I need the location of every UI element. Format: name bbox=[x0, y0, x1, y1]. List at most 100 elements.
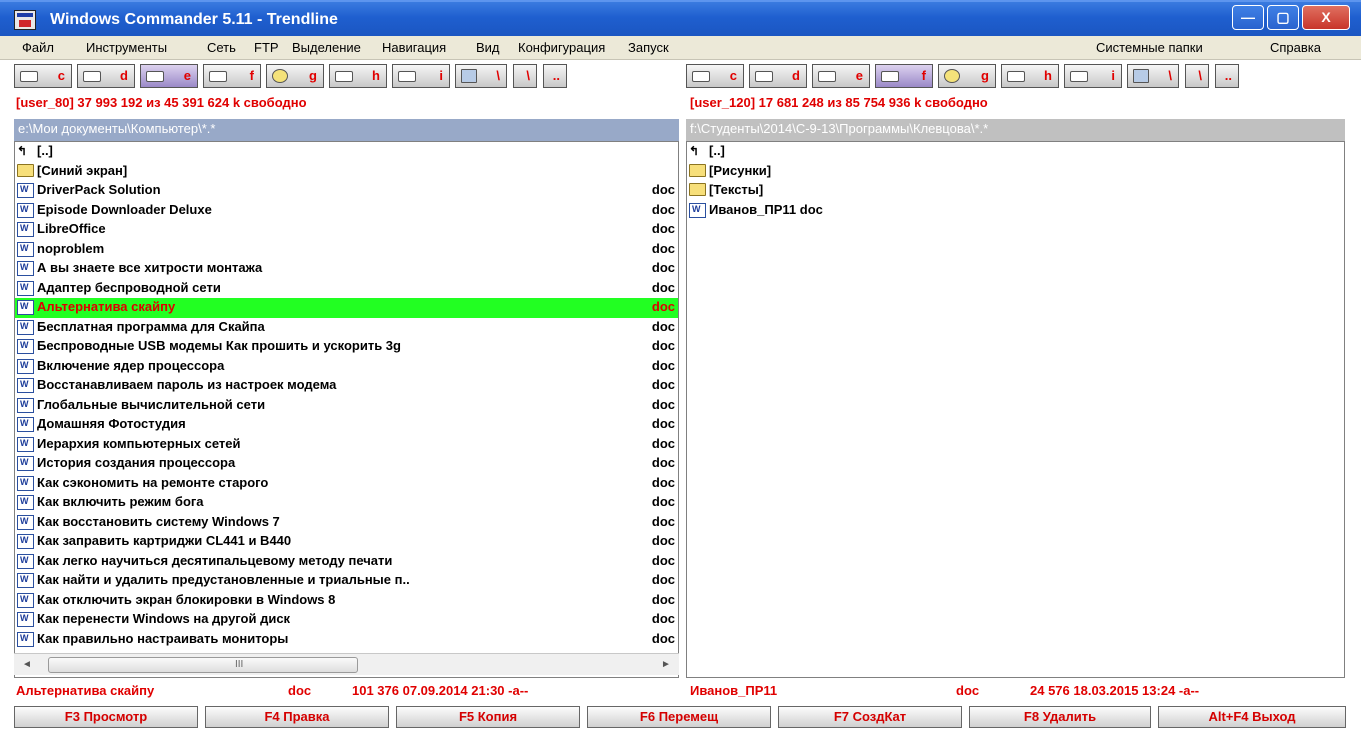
file-extension: doc bbox=[651, 318, 675, 334]
menu-selection[interactable]: Выделение bbox=[292, 40, 361, 55]
word-document-icon bbox=[17, 300, 34, 315]
file-item[interactable]: DriverPack Solution doc bbox=[15, 181, 678, 201]
folder-item[interactable]: [Синий экран] bbox=[15, 162, 678, 182]
file-item[interactable]: Как восстановить систему Windows 7 doc bbox=[15, 513, 678, 533]
file-item[interactable]: Как правильно настраивать мониторы doc bbox=[15, 630, 678, 650]
file-item[interactable]: LibreOffice doc bbox=[15, 220, 678, 240]
left-network-drive-button[interactable]: \ bbox=[455, 64, 507, 88]
left-drive-d-button[interactable]: d bbox=[77, 64, 135, 88]
app-icon[interactable] bbox=[14, 10, 36, 30]
right-network-drive-button[interactable]: \ bbox=[1127, 64, 1179, 88]
f4-edit-button[interactable]: F4 Правка bbox=[205, 706, 389, 728]
left-drive-i-button[interactable]: i bbox=[392, 64, 450, 88]
file-extension: doc bbox=[651, 474, 675, 490]
left-root-button[interactable]: \ bbox=[513, 64, 537, 88]
file-item[interactable]: А вы знаете все хитрости монтажа doc bbox=[15, 259, 678, 279]
file-extension: doc bbox=[651, 357, 675, 373]
file-extension: doc bbox=[651, 572, 675, 587]
right-parent-dir-button[interactable]: .. bbox=[1215, 64, 1239, 88]
file-item[interactable]: Адаптер беспроводной сети doc bbox=[15, 279, 678, 299]
right-file-list[interactable]: ↰ [..] [Рисунки] [Тексты] Иванов_ПР11 doc bbox=[686, 141, 1345, 678]
file-item[interactable]: Как сэкономить на ремонте старого doc bbox=[15, 474, 678, 494]
file-item[interactable]: История создания процессора doc bbox=[15, 454, 678, 474]
folder-item[interactable]: [Рисунки] bbox=[687, 162, 1344, 182]
scroll-left-arrow-icon[interactable]: ◄ bbox=[20, 658, 34, 672]
right-drive-e-button[interactable]: e bbox=[812, 64, 870, 88]
right-drive-d-button[interactable]: d bbox=[749, 64, 807, 88]
scroll-right-arrow-icon[interactable]: ► bbox=[659, 658, 673, 672]
left-drive-h-button[interactable]: h bbox=[329, 64, 387, 88]
file-item[interactable]: noproblem doc bbox=[15, 240, 678, 260]
hard-disk-icon bbox=[20, 71, 38, 82]
folder-item[interactable]: [Тексты] bbox=[687, 181, 1344, 201]
word-document-icon bbox=[17, 456, 34, 471]
menu-ftp[interactable]: FTP bbox=[254, 40, 279, 55]
menu-tools[interactable]: Инструменты bbox=[86, 40, 167, 55]
file-extension: doc bbox=[651, 221, 675, 236]
file-item[interactable]: Иванов_ПР11 doc bbox=[687, 201, 1344, 221]
left-horizontal-scrollbar[interactable]: ◄ III ► bbox=[14, 653, 679, 675]
file-name: Как отключить экран блокировки в Windows… bbox=[37, 591, 336, 607]
scrollbar-thumb[interactable]: III bbox=[48, 657, 358, 673]
file-item[interactable]: Восстанавливаем пароль из настроек модем… bbox=[15, 376, 678, 396]
left-file-list[interactable]: ↰ [..] [Синий экран] DriverPack Solution doc… bbox=[14, 141, 679, 678]
right-path-bar[interactable]: f:\Студенты\2014\С-9-13\Программы\Клевцо… bbox=[686, 119, 1345, 141]
right-drive-g-button[interactable]: g bbox=[938, 64, 996, 88]
menu-system-folders[interactable]: Системные папки bbox=[1096, 40, 1203, 55]
file-item[interactable]: Как заправить картриджи CL441 и B440 doc bbox=[15, 532, 678, 552]
menu-help[interactable]: Справка bbox=[1270, 40, 1321, 55]
parent-dir-item[interactable]: ↰ [..] bbox=[687, 142, 1344, 162]
folder-icon bbox=[689, 163, 706, 177]
f6-move-button[interactable]: F6 Перемещ bbox=[587, 706, 771, 728]
word-document-icon bbox=[17, 592, 34, 608]
left-parent-dir-button[interactable]: .. bbox=[543, 64, 567, 88]
right-drive-c-button[interactable]: c bbox=[686, 64, 744, 88]
f3-view-button[interactable]: F3 Просмотр bbox=[14, 706, 198, 728]
file-item[interactable]: Домашняя Фотостудия doc bbox=[15, 415, 678, 435]
file-name: Как сэкономить на ремонте старого bbox=[37, 474, 269, 490]
menu-network[interactable]: Сеть bbox=[207, 40, 236, 55]
file-extension: doc bbox=[651, 279, 675, 295]
file-item[interactable]: Иерархия компьютерных сетей doc bbox=[15, 435, 678, 455]
parent-dir-item[interactable]: ↰ [..] bbox=[15, 142, 678, 162]
right-root-button[interactable]: \ bbox=[1185, 64, 1209, 88]
file-name: [Рисунки] bbox=[709, 162, 772, 178]
left-status-info: 101 376 07.09.2014 21:30 -a-- bbox=[352, 683, 529, 698]
maximize-button[interactable]: ▢ bbox=[1267, 5, 1299, 30]
right-drive-h-button[interactable]: h bbox=[1001, 64, 1059, 88]
file-name: Как перенести Windows на другой диск bbox=[37, 611, 291, 626]
f5-copy-button[interactable]: F5 Копия bbox=[396, 706, 580, 728]
word-document-icon bbox=[17, 202, 34, 218]
file-item[interactable]: Беспроводные USB модемы Как прошить и ус… bbox=[15, 337, 678, 357]
file-item[interactable]: Альтернатива скайпу doc bbox=[15, 298, 678, 318]
file-item[interactable]: Как легко научиться десятипальцевому мет… bbox=[15, 552, 678, 572]
close-button[interactable]: X bbox=[1302, 5, 1350, 30]
menu-navigation[interactable]: Навигация bbox=[382, 40, 446, 55]
alt-f4-exit-button[interactable]: Alt+F4 Выход bbox=[1158, 706, 1346, 728]
left-drive-c-button[interactable]: c bbox=[14, 64, 72, 88]
minimize-button[interactable]: — bbox=[1232, 5, 1264, 30]
file-item[interactable]: Как отключить экран блокировки в Windows… bbox=[15, 591, 678, 611]
file-name: Как восстановить систему Windows 7 bbox=[37, 513, 280, 529]
menu-run[interactable]: Запуск bbox=[628, 40, 669, 55]
left-drive-f-button[interactable]: f bbox=[203, 64, 261, 88]
left-drive-e-button[interactable]: e bbox=[140, 64, 198, 88]
file-item[interactable]: Включение ядер процессора doc bbox=[15, 357, 678, 377]
file-item[interactable]: Как включить режим бога doc bbox=[15, 493, 678, 513]
left-path-bar[interactable]: e:\Мои документы\Компьютер\*.* bbox=[14, 119, 679, 141]
right-drive-i-button[interactable]: i bbox=[1064, 64, 1122, 88]
file-item[interactable]: Как найти и удалить предустановленные и … bbox=[15, 571, 678, 591]
menu-configuration[interactable]: Конфигурация bbox=[518, 40, 605, 55]
word-document-icon bbox=[17, 475, 34, 491]
title-bar[interactable]: Windows Commander 5.11 - Trendline — ▢ X bbox=[0, 0, 1361, 36]
f8-delete-button[interactable]: F8 Удалить bbox=[969, 706, 1151, 728]
f7-mkdir-button[interactable]: F7 СоздКат bbox=[778, 706, 962, 728]
menu-file[interactable]: Файл bbox=[22, 40, 54, 55]
file-item[interactable]: Глобальные вычислительной сети doc bbox=[15, 396, 678, 416]
right-drive-f-button[interactable]: f bbox=[875, 64, 933, 88]
file-item[interactable]: Бесплатная программа для Скайпа doc bbox=[15, 318, 678, 338]
left-drive-g-button[interactable]: g bbox=[266, 64, 324, 88]
file-item[interactable]: Episode Downloader Deluxe doc bbox=[15, 201, 678, 221]
menu-view[interactable]: Вид bbox=[476, 40, 500, 55]
file-item[interactable]: Как перенести Windows на другой диск doc bbox=[15, 610, 678, 630]
